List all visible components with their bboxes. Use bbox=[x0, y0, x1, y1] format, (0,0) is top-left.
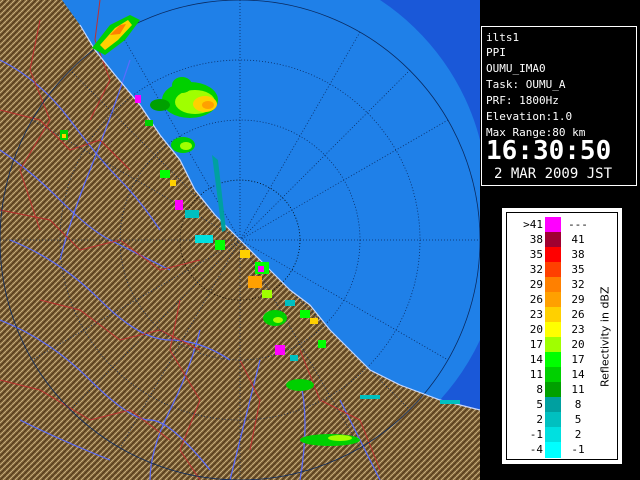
legend-color-swatch bbox=[545, 262, 561, 278]
legend-upper-bound: 8 bbox=[574, 398, 582, 411]
legend-color-swatch bbox=[545, 352, 561, 368]
legend-lower-bound: 26 bbox=[529, 293, 543, 306]
legend-lower-bound: 17 bbox=[529, 338, 543, 351]
legend-lower-bound: 11 bbox=[529, 368, 543, 381]
legend-upper-bound: --- bbox=[568, 218, 588, 231]
legend-lower-bound: 20 bbox=[529, 323, 543, 336]
legend-upper-bound: 38 bbox=[571, 248, 585, 261]
legend-upper-bound: 14 bbox=[571, 368, 585, 381]
legend-color-swatch bbox=[545, 427, 561, 443]
legend-lower-bound: -4 bbox=[529, 443, 543, 456]
legend-color-swatch bbox=[545, 277, 561, 293]
legend-upper-bound: -1 bbox=[571, 443, 585, 456]
task-name: Task: OUMU_A bbox=[486, 78, 566, 91]
legend-color-swatch bbox=[545, 382, 561, 398]
radar-info-panel: ilts1 PPI OUMU_IMA0 Task: OUMU_A PRF: 18… bbox=[481, 26, 637, 186]
legend-color-swatch bbox=[545, 442, 561, 458]
reflectivity-legend: >41 --- 38 41 35 38 32 35 29 32 26 29 23 26 20 23 17 20 14… bbox=[502, 208, 622, 464]
legend-upper-bound: 2 bbox=[574, 428, 582, 441]
legend-upper-bound: 11 bbox=[571, 383, 585, 396]
legend-lower-bound: 35 bbox=[529, 248, 543, 261]
legend-lower-bound: 8 bbox=[536, 383, 543, 396]
legend-lower-bound: 38 bbox=[529, 233, 543, 246]
elevation-value: Elevation:1.0 bbox=[486, 110, 573, 123]
product-type: PPI bbox=[486, 46, 506, 59]
legend-color-swatch bbox=[545, 307, 561, 323]
observation-date: 2 MAR 2009 JST bbox=[494, 166, 613, 182]
legend-lower-bound: 29 bbox=[529, 278, 543, 291]
radar-ppi-map bbox=[0, 0, 480, 480]
legend-lower-bound: 32 bbox=[529, 263, 543, 276]
legend-axis-label: Reflectivity in dBZ bbox=[598, 286, 612, 388]
legend-color-swatch bbox=[545, 367, 561, 383]
legend-color-swatch bbox=[545, 247, 561, 263]
legend-color-swatch bbox=[545, 322, 561, 338]
observation-time: 16:30:50 bbox=[486, 136, 612, 166]
legend-lower-bound: >41 bbox=[523, 218, 543, 231]
legend-lower-bound: 2 bbox=[536, 413, 543, 426]
station-name: ilts1 bbox=[486, 31, 520, 44]
legend-color-swatch bbox=[545, 412, 561, 428]
legend-upper-bound: 35 bbox=[571, 263, 585, 276]
radar-display: ilts1 PPI OUMU_IMA0 Task: OUMU_A PRF: 18… bbox=[0, 0, 640, 480]
legend-lower-bound: 5 bbox=[536, 398, 543, 411]
prf-value: PRF: 1800Hz bbox=[486, 94, 559, 107]
legend-color-swatch bbox=[545, 397, 561, 413]
legend-color-swatch bbox=[545, 232, 561, 248]
legend-lower-bound: -1 bbox=[529, 428, 543, 441]
legend-upper-bound: 29 bbox=[571, 293, 585, 306]
legend-upper-bound: 32 bbox=[571, 278, 585, 291]
legend-upper-bound: 17 bbox=[571, 353, 585, 366]
legend-upper-bound: 26 bbox=[571, 308, 585, 321]
legend-color-swatch bbox=[545, 337, 561, 353]
task-id: OUMU_IMA0 bbox=[486, 62, 546, 75]
legend-lower-bound: 23 bbox=[529, 308, 543, 321]
legend-frame: >41 --- 38 41 35 38 32 35 29 32 26 29 23 26 20 23 17 20 14… bbox=[506, 212, 618, 460]
legend-color-swatch bbox=[545, 217, 561, 233]
legend-upper-bound: 41 bbox=[571, 233, 585, 246]
legend-upper-bound: 20 bbox=[571, 338, 585, 351]
legend-upper-bound: 23 bbox=[571, 323, 585, 336]
legend-color-swatch bbox=[545, 292, 561, 308]
legend-lower-bound: 14 bbox=[529, 353, 543, 366]
legend-upper-bound: 5 bbox=[574, 413, 582, 426]
